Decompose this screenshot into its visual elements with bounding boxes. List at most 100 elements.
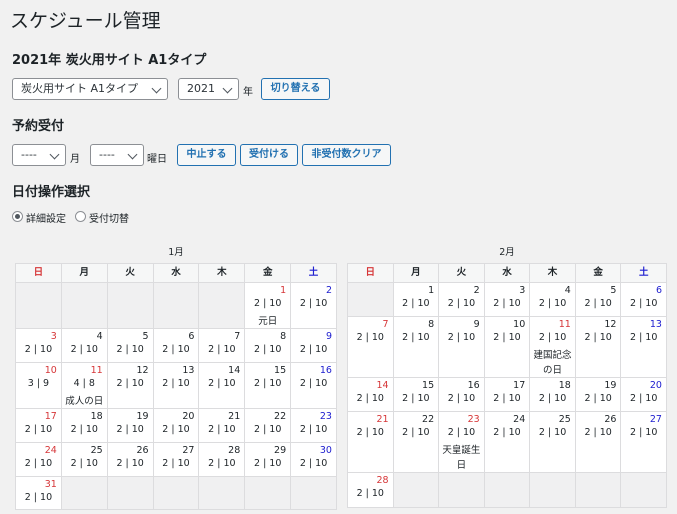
calendar-day-cell[interactable]: 7 2 | 10: [199, 329, 245, 362]
calendar-day-cell[interactable]: 4 2 | 10: [530, 283, 575, 316]
calendar-day-cell[interactable]: 2 2 | 10: [291, 283, 336, 328]
calendar-day-cell[interactable]: 31 2 | 10: [16, 477, 61, 509]
day-capacity: 2 | 10: [584, 427, 612, 438]
calendar-day-cell[interactable]: 18 2 | 10: [61, 409, 107, 442]
radio-toggle[interactable]: [75, 211, 86, 222]
calendar-day-cell[interactable]: 6 2 | 10: [153, 329, 199, 362]
calendar-day-cell[interactable]: 20 2 | 10: [153, 409, 199, 442]
day-capacity: 2 | 10: [493, 332, 521, 343]
calendar-day-cell[interactable]: 9 2 | 10: [439, 317, 484, 377]
holiday-name: 成人の日: [65, 396, 104, 407]
calendar-day-cell[interactable]: 9 2 | 10: [291, 329, 336, 362]
calendar-day-cell[interactable]: 22 2 | 10: [393, 412, 439, 472]
calendar-day-cell[interactable]: 21 2 | 10: [199, 409, 245, 442]
day-capacity: 2 | 10: [447, 427, 476, 438]
calendar-day-cell[interactable]: 1 2 | 10 元日: [245, 283, 291, 328]
calendar-day-cell[interactable]: 1 2 | 10: [393, 283, 439, 316]
day-number: 4: [96, 331, 103, 342]
calendar-day-cell[interactable]: 11 4 | 8 成人の日: [61, 363, 107, 408]
calendar-day-cell[interactable]: 14 2 | 10: [348, 378, 393, 411]
calendar-day-cell[interactable]: 3 2 | 10: [484, 283, 530, 316]
calendar-day-cell[interactable]: 25 2 | 10: [530, 412, 575, 472]
calendar-day-cell[interactable]: 8 2 | 10: [393, 317, 439, 377]
month-select-value: ----: [21, 148, 37, 161]
accept-button[interactable]: 受付ける: [240, 144, 298, 166]
calendar-day-cell[interactable]: 10 3 | 9: [16, 363, 61, 408]
day-number: 24: [44, 445, 57, 456]
calendar-day-cell[interactable]: 8 2 | 10: [245, 329, 291, 362]
calendar-day-cell[interactable]: 29 2 | 10: [245, 443, 291, 476]
weekday-header: 土: [621, 264, 666, 282]
stop-button[interactable]: 中止する: [177, 144, 236, 166]
day-number: 30: [319, 445, 332, 456]
month-select[interactable]: ----: [12, 144, 66, 166]
calendar-day-cell[interactable]: 5 2 | 10: [107, 329, 153, 362]
calendar-day-cell[interactable]: 22 2 | 10: [245, 409, 291, 442]
day-capacity: 2 | 10: [402, 427, 430, 438]
day-capacity: 2 | 10: [208, 378, 236, 389]
calendar-day-cell[interactable]: 21 2 | 10: [348, 412, 393, 472]
calendar-day-cell[interactable]: 19 2 | 10: [107, 409, 153, 442]
site-select[interactable]: 炭火用サイト A1タイプ: [12, 78, 168, 100]
clear-button[interactable]: 非受付数クリア: [302, 144, 391, 166]
calendar-day-cell[interactable]: 6 2 | 10: [621, 283, 666, 316]
day-number: 23: [319, 411, 332, 422]
calendar-day-cell[interactable]: 18 2 | 10: [530, 378, 575, 411]
day-capacity: 2 | 10: [538, 298, 567, 309]
calendar-day-cell[interactable]: 30 2 | 10: [291, 443, 336, 476]
switch-button[interactable]: 切り替える: [261, 78, 330, 100]
calendar-day-cell[interactable]: 15 2 | 10: [393, 378, 439, 411]
year-suffix: 年: [243, 87, 253, 98]
weekday-select[interactable]: ----: [90, 144, 144, 166]
day-capacity: 2 | 10: [538, 393, 567, 404]
day-capacity: 2 | 10: [299, 424, 328, 435]
calendar-day-cell[interactable]: 16 2 | 10: [439, 378, 484, 411]
weekday-header: 木: [199, 264, 245, 282]
weekday-suffix: 曜日: [147, 154, 167, 165]
day-number: 6: [655, 285, 662, 296]
day-number: 11: [90, 365, 103, 376]
calendar-day-cell[interactable]: 7 2 | 10: [348, 317, 393, 377]
calendar-day-cell[interactable]: 23 2 | 10 天皇誕生日: [439, 412, 484, 472]
calendar-day-cell[interactable]: 13 2 | 10: [153, 363, 199, 408]
day-capacity: 2 | 10: [447, 298, 476, 309]
day-number: 2: [473, 285, 480, 296]
calendar-day-cell[interactable]: 2 2 | 10: [439, 283, 484, 316]
calendar-day-cell[interactable]: 11 2 | 10 建国記念の日: [530, 317, 575, 377]
calendar-day-cell[interactable]: 16 2 | 10: [291, 363, 336, 408]
calendar-day-cell[interactable]: 13 2 | 10: [621, 317, 666, 377]
calendar-day-cell[interactable]: 28 2 | 10: [348, 473, 393, 507]
calendar-day-cell[interactable]: 5 2 | 10: [575, 283, 621, 316]
calendar-day-cell[interactable]: 20 2 | 10: [621, 378, 666, 411]
day-capacity: 2 | 10: [208, 424, 236, 435]
calendar-day-cell[interactable]: 25 2 | 10: [61, 443, 107, 476]
calendar-day-cell[interactable]: 12 2 | 10: [575, 317, 621, 377]
calendar-day-cell[interactable]: 24 2 | 10: [484, 412, 530, 472]
calendar-day-cell[interactable]: 26 2 | 10: [107, 443, 153, 476]
day-capacity: 2 | 10: [493, 427, 521, 438]
calendar-day-cell[interactable]: 19 2 | 10: [575, 378, 621, 411]
calendar-day-cell[interactable]: 17 2 | 10: [16, 409, 61, 442]
calendar-day-cell[interactable]: 12 2 | 10: [107, 363, 153, 408]
calendar-day-cell[interactable]: 15 2 | 10: [245, 363, 291, 408]
calendar-day-cell[interactable]: 10 2 | 10: [484, 317, 530, 377]
day-number: 10: [513, 319, 526, 330]
calendar-day-cell[interactable]: 27 2 | 10: [153, 443, 199, 476]
calendar-day-cell[interactable]: 3 2 | 10: [16, 329, 61, 362]
calendar-day-cell[interactable]: 26 2 | 10: [575, 412, 621, 472]
calendar-day-cell[interactable]: 14 2 | 10: [199, 363, 245, 408]
calendar-day-cell[interactable]: 23 2 | 10: [291, 409, 336, 442]
year-select[interactable]: 2021: [178, 78, 239, 100]
day-capacity: 2 | 10: [299, 378, 328, 389]
calendar-day-cell[interactable]: 17 2 | 10: [484, 378, 530, 411]
calendar-empty-cell: [153, 283, 199, 328]
calendar-day-cell[interactable]: 27 2 | 10: [621, 412, 666, 472]
calendar-day-cell[interactable]: 28 2 | 10: [199, 443, 245, 476]
radio-detail[interactable]: [12, 211, 23, 222]
day-number: 16: [467, 380, 480, 391]
day-capacity: 2 | 10: [584, 393, 612, 404]
day-number: 2: [325, 285, 332, 296]
date-ops-heading: 日付操作選択: [12, 185, 91, 200]
calendar-day-cell[interactable]: 24 2 | 10: [16, 443, 61, 476]
calendar-day-cell[interactable]: 4 2 | 10: [61, 329, 107, 362]
